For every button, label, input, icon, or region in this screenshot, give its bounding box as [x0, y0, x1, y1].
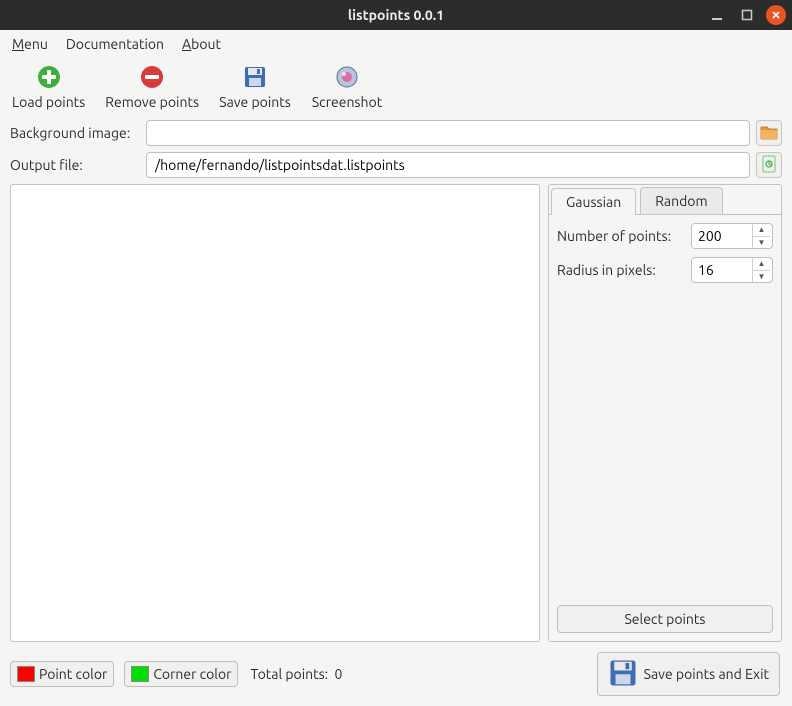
- window-controls: [706, 4, 786, 26]
- titlebar: listpoints 0.0.1: [0, 0, 792, 30]
- screenshot-label: Screenshot: [312, 94, 382, 110]
- canvas-pane[interactable]: [10, 184, 540, 642]
- maximize-button[interactable]: [736, 4, 758, 26]
- document-icon: [761, 155, 777, 176]
- floppy-icon: [608, 658, 638, 691]
- output-file-input[interactable]: [146, 152, 750, 178]
- radius-row: Radius in pixels: ▲ ▼: [557, 257, 773, 283]
- save-points-button[interactable]: Save points: [215, 62, 295, 112]
- save-and-exit-label: Save points and Exit: [644, 666, 769, 682]
- total-points: Total points: 0: [250, 666, 342, 682]
- footer: Point color Corner color Total points: 0…: [0, 648, 792, 696]
- form-rows: Background image: Output file:: [0, 118, 792, 182]
- load-points-button[interactable]: Load points: [8, 62, 89, 112]
- save-points-label: Save points: [219, 94, 291, 110]
- menu-menu[interactable]: Menu: [10, 34, 50, 54]
- npoints-up-icon[interactable]: ▲: [753, 224, 770, 236]
- save-and-exit-button[interactable]: Save points and Exit: [597, 652, 780, 696]
- remove-points-button[interactable]: Remove points: [101, 62, 203, 112]
- background-image-row: Background image:: [10, 120, 782, 146]
- npoints-input[interactable]: [692, 224, 752, 248]
- tab-body-gaussian: Number of points: ▲ ▼ Radius in pixels:: [549, 215, 781, 641]
- close-button[interactable]: [766, 5, 786, 25]
- npoints-row: Number of points: ▲ ▼: [557, 223, 773, 249]
- point-color-button[interactable]: Point color: [10, 661, 114, 687]
- main-split: Gaussian Random Number of points: ▲ ▼ Ra…: [0, 182, 792, 648]
- output-file-row: Output file:: [10, 152, 782, 178]
- radius-up-icon[interactable]: ▲: [753, 258, 770, 270]
- select-points-button[interactable]: Select points: [557, 605, 773, 633]
- client-area: Menu Documentation About Load points Rem…: [0, 30, 792, 706]
- npoints-spinbox[interactable]: ▲ ▼: [691, 223, 773, 249]
- window-title: listpoints 0.0.1: [348, 7, 444, 23]
- lens-icon: [334, 64, 360, 90]
- remove-points-label: Remove points: [105, 94, 199, 110]
- tab-random[interactable]: Random: [640, 187, 722, 214]
- screenshot-button[interactable]: Screenshot: [307, 62, 387, 112]
- plus-circle-icon: [36, 64, 62, 90]
- browse-output-button[interactable]: [756, 152, 782, 178]
- corner-color-swatch: [131, 666, 149, 682]
- tab-strip: Gaussian Random: [549, 185, 781, 215]
- minimize-button[interactable]: [706, 4, 728, 26]
- background-image-label: Background image:: [10, 125, 140, 141]
- load-points-label: Load points: [12, 94, 85, 110]
- total-points-value: 0: [335, 666, 343, 682]
- side-panel: Gaussian Random Number of points: ▲ ▼ Ra…: [548, 184, 782, 642]
- radius-spinbox[interactable]: ▲ ▼: [691, 257, 773, 283]
- corner-color-label: Corner color: [153, 666, 231, 682]
- menubar: Menu Documentation About: [0, 30, 792, 58]
- corner-color-button[interactable]: Corner color: [124, 661, 238, 687]
- radius-arrows: ▲ ▼: [752, 258, 770, 282]
- minus-circle-icon: [139, 64, 165, 90]
- menu-about[interactable]: About: [180, 34, 223, 54]
- menu-documentation[interactable]: Documentation: [64, 34, 166, 54]
- npoints-down-icon[interactable]: ▼: [753, 236, 770, 249]
- background-image-input[interactable]: [146, 120, 750, 146]
- browse-image-button[interactable]: [756, 120, 782, 146]
- point-color-label: Point color: [39, 666, 107, 682]
- output-file-label: Output file:: [10, 157, 140, 173]
- total-points-label: Total points:: [250, 666, 328, 682]
- floppy-icon: [242, 64, 268, 90]
- npoints-arrows: ▲ ▼: [752, 224, 770, 248]
- folder-icon: [760, 124, 778, 143]
- radius-input[interactable]: [692, 258, 752, 282]
- point-color-swatch: [17, 666, 35, 682]
- tab-gaussian[interactable]: Gaussian: [551, 188, 636, 215]
- radius-label: Radius in pixels:: [557, 262, 685, 278]
- toolbar: Load points Remove points Save points Sc…: [0, 58, 792, 118]
- npoints-label: Number of points:: [557, 228, 685, 244]
- radius-down-icon[interactable]: ▼: [753, 270, 770, 283]
